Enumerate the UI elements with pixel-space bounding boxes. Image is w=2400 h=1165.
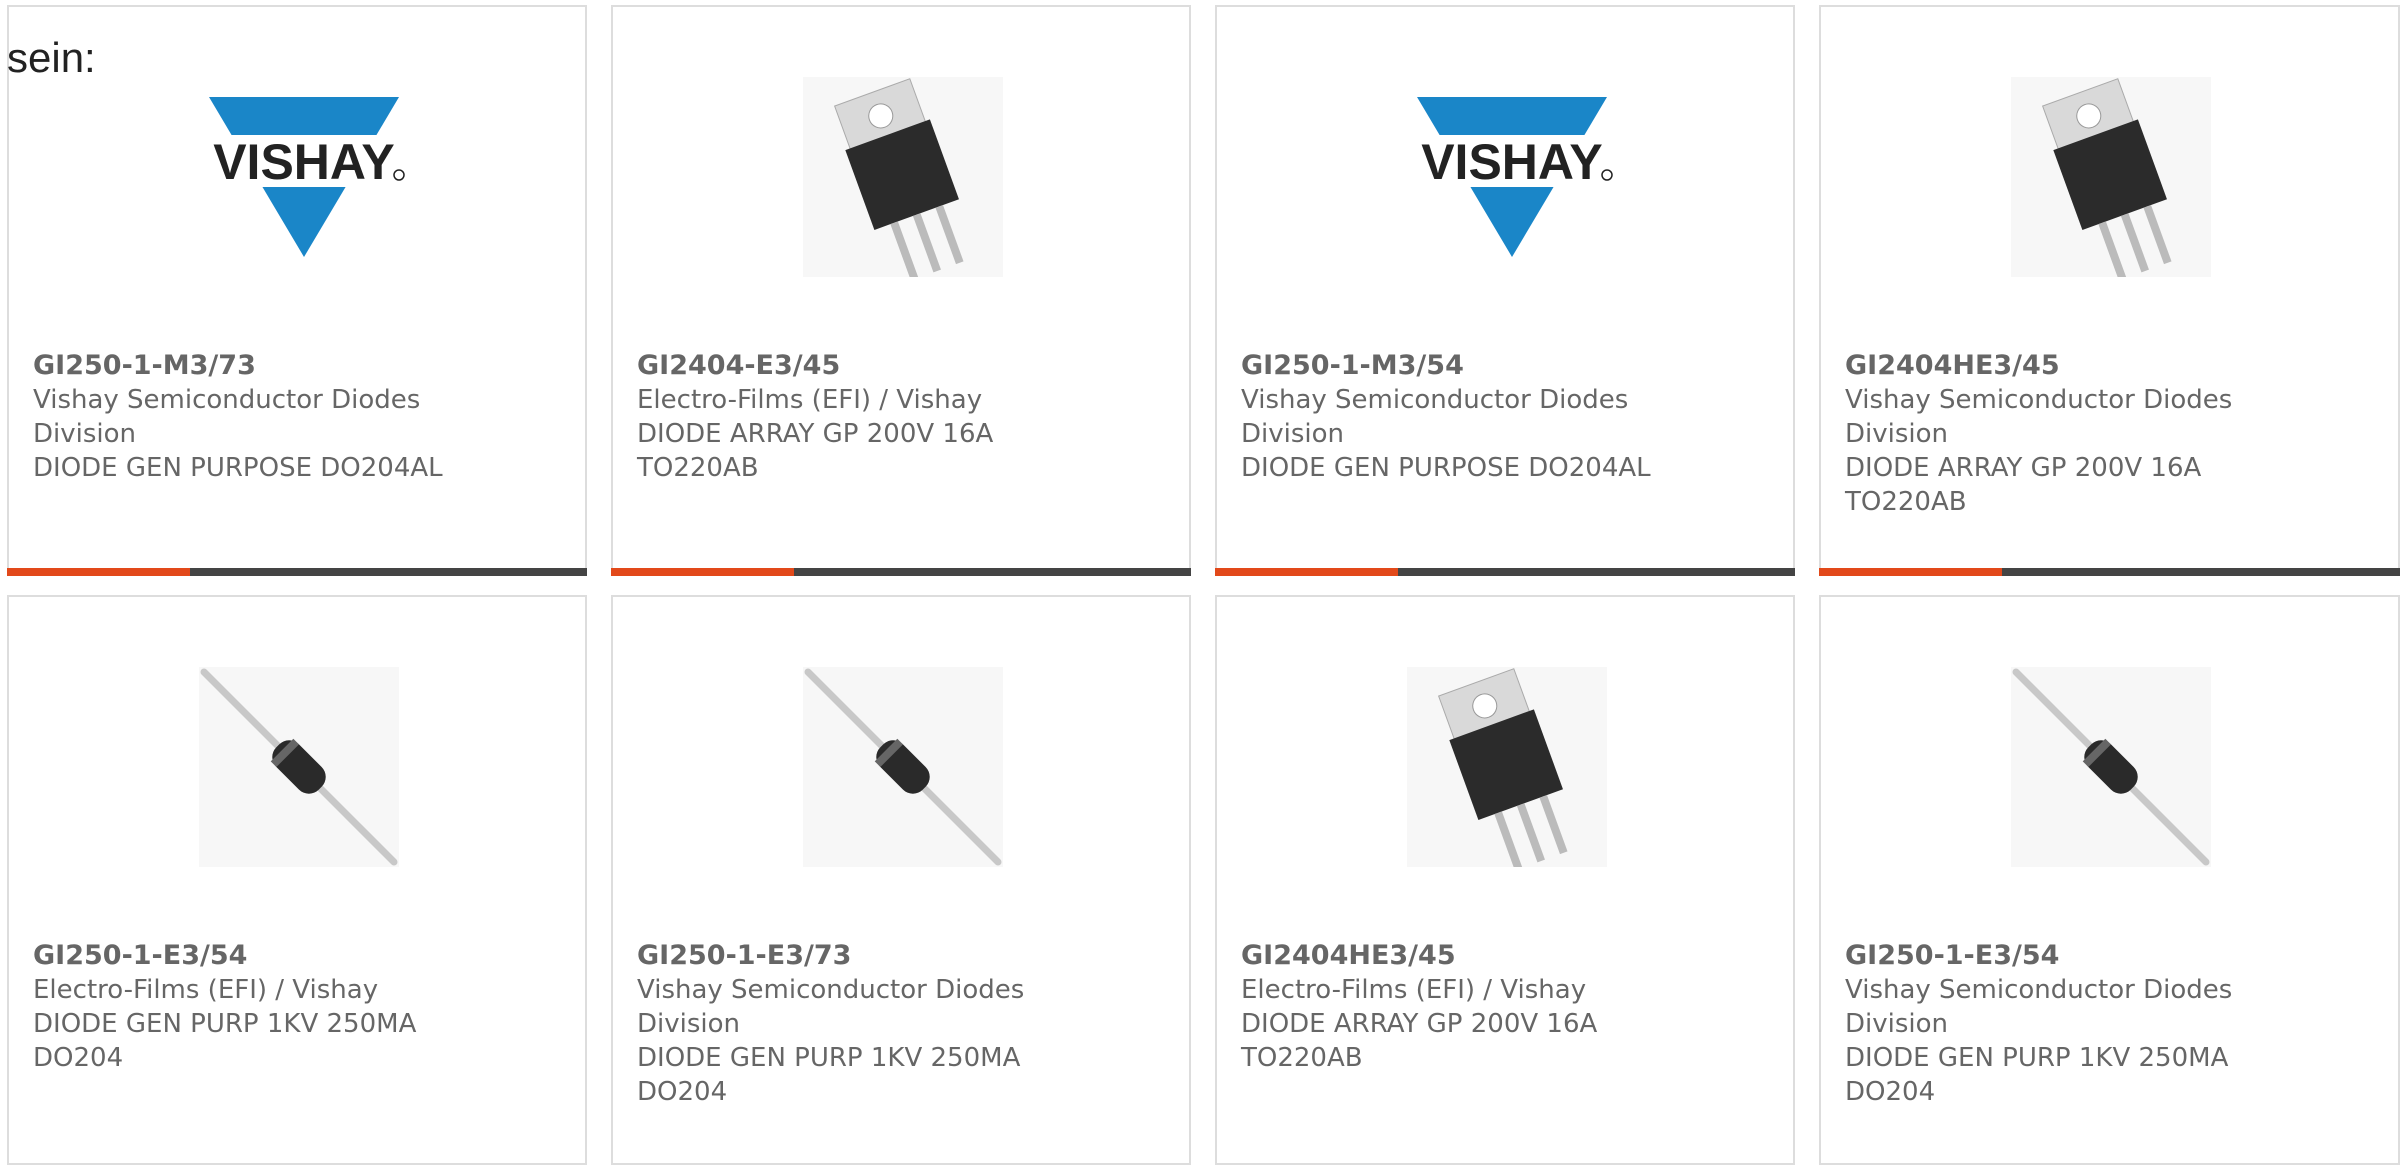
product-card[interactable]: GI250-1-E3/73 Vishay Semiconductor Diode… — [611, 595, 1191, 1165]
product-card[interactable]: GI250-1-E3/54 Electro-Films (EFI) / Vish… — [7, 595, 587, 1165]
product-description: DIODE GEN PURP 1KV 250MA DO204 — [1845, 1043, 2229, 1107]
product-description: DIODE ARRAY GP 200V 16A TO220AB — [1241, 1009, 1598, 1073]
product-description: DIODE ARRAY GP 200V 16A TO220AB — [637, 419, 994, 483]
product-name: GI250-1-M3/73 — [33, 350, 256, 381]
axial-diode-icon — [803, 667, 1003, 867]
card-bar-accent — [1215, 568, 1398, 576]
product-name: GI250-1-E3/73 — [637, 940, 852, 971]
product-manufacturer: Vishay Semiconductor Diodes Division — [33, 385, 421, 449]
product-manufacturer: Vishay Semiconductor Diodes Division — [1241, 385, 1629, 449]
product-card[interactable]: GI2404HE3/45 Electro-Films (EFI) / Visha… — [1215, 595, 1795, 1165]
card-bar-accent — [1819, 568, 2002, 576]
product-manufacturer: Vishay Semiconductor Diodes Division — [637, 975, 1025, 1039]
product-name: GI250-1-E3/54 — [1845, 940, 2060, 971]
product-manufacturer: Vishay Semiconductor Diodes Division — [1845, 385, 2233, 449]
product-name: GI2404HE3/45 — [1845, 350, 2060, 381]
axial-diode-icon — [2011, 667, 2211, 867]
vishay-logo-icon: VISHAY — [199, 87, 409, 267]
product-name: GI250-1-M3/54 — [1241, 350, 1464, 381]
vishay-logo-text: VISHAY — [1421, 134, 1603, 190]
product-manufacturer: Electro-Films (EFI) / Vishay — [33, 975, 379, 1005]
page-heading: sein: — [7, 34, 96, 81]
product-name: GI2404-E3/45 — [637, 350, 841, 381]
vishay-logo-text: VISHAY — [213, 134, 395, 190]
product-description: DIODE GEN PURPOSE DO204AL — [33, 453, 443, 483]
card-bar — [1819, 568, 2400, 576]
product-name: GI2404HE3/45 — [1241, 940, 1456, 971]
to220-package-icon — [2011, 77, 2211, 281]
product-manufacturer: Electro-Films (EFI) / Vishay — [637, 385, 983, 415]
product-card[interactable]: VISHAY GI250-1-M3/73 Vishay Semiconducto… — [7, 5, 587, 576]
to220-package-icon — [1407, 667, 1607, 871]
card-bar — [7, 568, 587, 576]
card-bar-accent — [611, 568, 794, 576]
product-card[interactable]: GI2404HE3/45 Vishay Semiconductor Diodes… — [1819, 5, 2400, 576]
product-card[interactable]: GI2404-E3/45 Electro-Films (EFI) / Visha… — [611, 5, 1191, 576]
product-description: DIODE GEN PURPOSE DO204AL — [1241, 453, 1651, 483]
to220-package-icon — [803, 77, 1003, 281]
product-description: DIODE GEN PURP 1KV 250MA DO204 — [33, 1009, 417, 1073]
axial-diode-icon — [199, 667, 399, 867]
product-description: DIODE GEN PURP 1KV 250MA DO204 — [637, 1043, 1021, 1107]
product-card[interactable]: VISHAY GI250-1-M3/54 Vishay Semiconducto… — [1215, 5, 1795, 576]
product-manufacturer: Vishay Semiconductor Diodes Division — [1845, 975, 2233, 1039]
vishay-logo-icon: VISHAY — [1407, 87, 1617, 267]
product-manufacturer: Electro-Films (EFI) / Vishay — [1241, 975, 1587, 1005]
product-card[interactable]: GI250-1-E3/54 Vishay Semiconductor Diode… — [1819, 595, 2400, 1165]
product-name: GI250-1-E3/54 — [33, 940, 248, 971]
card-bar — [1215, 568, 1795, 576]
product-description: DIODE ARRAY GP 200V 16A TO220AB — [1845, 453, 2202, 517]
card-bar-accent — [7, 568, 190, 576]
card-bar — [611, 568, 1191, 576]
